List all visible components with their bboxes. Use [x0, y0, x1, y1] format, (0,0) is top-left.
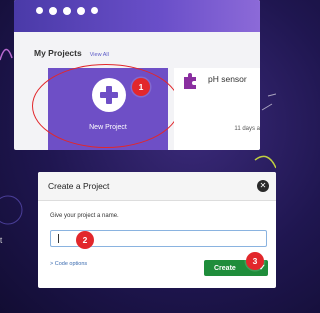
dialog-header: Create a Project ✕ — [38, 172, 276, 201]
step-badge-1: 1 — [132, 78, 150, 96]
new-project-label: New Project — [89, 124, 127, 131]
new-project-button[interactable]: New Project — [48, 68, 168, 150]
projects-panel: My Projects View All New Project 1 pH se… — [14, 0, 260, 150]
create-button-label: Create — [214, 264, 236, 272]
banner-dots — [36, 7, 98, 15]
project-card[interactable]: pH sensor 11 days a — [174, 68, 260, 150]
step-badge-3: 3 — [246, 252, 264, 270]
projects-title: My Projects — [34, 48, 82, 58]
top-banner — [14, 0, 260, 32]
project-name: pH sensor — [208, 74, 247, 84]
close-icon[interactable]: ✕ — [257, 180, 269, 192]
code-options-label: Code options — [54, 261, 88, 267]
name-prompt: Give your project a name. — [50, 213, 119, 219]
dot — [36, 7, 43, 14]
dialog-title: Create a Project — [48, 181, 110, 191]
dot — [49, 7, 57, 15]
projects-header: My Projects View All — [34, 48, 109, 58]
text-caret — [58, 234, 59, 243]
create-project-dialog: Create a Project ✕ Give your project a n… — [38, 172, 276, 288]
side-text: t — [0, 236, 3, 245]
view-all-link[interactable]: View All — [90, 52, 109, 58]
dot — [77, 7, 85, 15]
dot — [63, 7, 71, 15]
project-modified: 11 days a — [234, 126, 260, 132]
plus-icon — [92, 78, 126, 112]
dot — [91, 7, 98, 14]
puzzle-icon — [184, 73, 196, 89]
code-options-toggle[interactable]: > Code options — [50, 261, 87, 267]
step-badge-2: 2 — [76, 231, 94, 249]
